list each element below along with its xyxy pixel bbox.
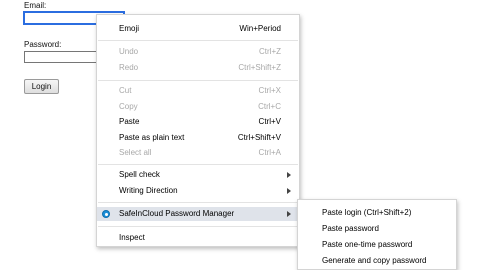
safeincloud-submenu: Paste login (Ctrl+Shift+2) Paste passwor… bbox=[297, 199, 457, 270]
menu-item-shortcut: Ctrl+V bbox=[258, 117, 281, 126]
safeincloud-icon bbox=[102, 210, 110, 218]
menu-item-shortcut: Ctrl+C bbox=[258, 102, 281, 111]
menu-item-label: Copy bbox=[119, 102, 138, 111]
login-page: Email: Password: Login Emoji Win+Period … bbox=[0, 0, 480, 270]
submenu-item-paste-otp[interactable]: Paste one-time password bbox=[322, 238, 412, 252]
menu-item-shortcut: Ctrl+Shift+V bbox=[237, 133, 281, 142]
menu-separator bbox=[98, 202, 298, 203]
menu-item-shortcut: Ctrl+Shift+Z bbox=[238, 63, 281, 72]
menu-item-label: Inspect bbox=[119, 233, 145, 242]
menu-item-label: Spell check bbox=[119, 170, 160, 179]
menu-item-paste-plain-text[interactable]: Paste as plain text Ctrl+Shift+V bbox=[97, 131, 299, 145]
email-label: Email: bbox=[24, 1, 47, 10]
context-menu: Emoji Win+Period Undo Ctrl+Z Redo Ctrl+S… bbox=[96, 14, 300, 247]
menu-item-safeincloud[interactable]: SafeInCloud Password Manager bbox=[97, 207, 299, 221]
menu-separator bbox=[98, 164, 298, 165]
menu-separator bbox=[98, 40, 298, 41]
menu-item-emoji[interactable]: Emoji Win+Period bbox=[97, 22, 299, 36]
menu-item-label: Emoji bbox=[119, 24, 140, 33]
menu-item-undo[interactable]: Undo Ctrl+Z bbox=[97, 45, 299, 59]
menu-separator bbox=[98, 80, 298, 81]
menu-item-label: SafeInCloud Password Manager bbox=[119, 209, 235, 218]
menu-item-label: Undo bbox=[119, 47, 139, 56]
menu-separator bbox=[98, 226, 298, 227]
chevron-right-icon bbox=[287, 172, 291, 178]
chevron-right-icon bbox=[287, 188, 291, 194]
submenu-item-paste-password[interactable]: Paste password bbox=[322, 222, 379, 236]
menu-item-label: Redo bbox=[119, 63, 139, 72]
login-button[interactable]: Login bbox=[24, 79, 59, 94]
menu-item-redo[interactable]: Redo Ctrl+Shift+Z bbox=[97, 61, 299, 75]
menu-item-label: Paste as plain text bbox=[119, 133, 185, 142]
submenu-item-paste-login[interactable]: Paste login (Ctrl+Shift+2) bbox=[322, 206, 411, 220]
chevron-right-icon bbox=[287, 211, 291, 217]
menu-item-shortcut: Win+Period bbox=[239, 24, 281, 33]
menu-item-copy[interactable]: Copy Ctrl+C bbox=[97, 100, 299, 114]
menu-item-shortcut: Ctrl+X bbox=[258, 86, 281, 95]
submenu-item-generate-password[interactable]: Generate and copy password bbox=[322, 254, 427, 268]
menu-item-paste[interactable]: Paste Ctrl+V bbox=[97, 115, 299, 129]
menu-item-label: Writing Direction bbox=[119, 186, 178, 195]
menu-item-inspect[interactable]: Inspect bbox=[97, 231, 299, 245]
menu-item-writing-direction[interactable]: Writing Direction bbox=[97, 184, 299, 198]
menu-item-spell-check[interactable]: Spell check bbox=[97, 168, 299, 182]
menu-item-select-all[interactable]: Select all Ctrl+A bbox=[97, 146, 299, 160]
menu-item-label: Paste bbox=[119, 117, 140, 126]
menu-item-cut[interactable]: Cut Ctrl+X bbox=[97, 84, 299, 98]
menu-item-shortcut: Ctrl+Z bbox=[259, 47, 281, 56]
menu-item-label: Select all bbox=[119, 148, 152, 157]
menu-item-shortcut: Ctrl+A bbox=[258, 148, 281, 157]
menu-item-label: Cut bbox=[119, 86, 132, 95]
password-label: Password: bbox=[24, 40, 62, 49]
